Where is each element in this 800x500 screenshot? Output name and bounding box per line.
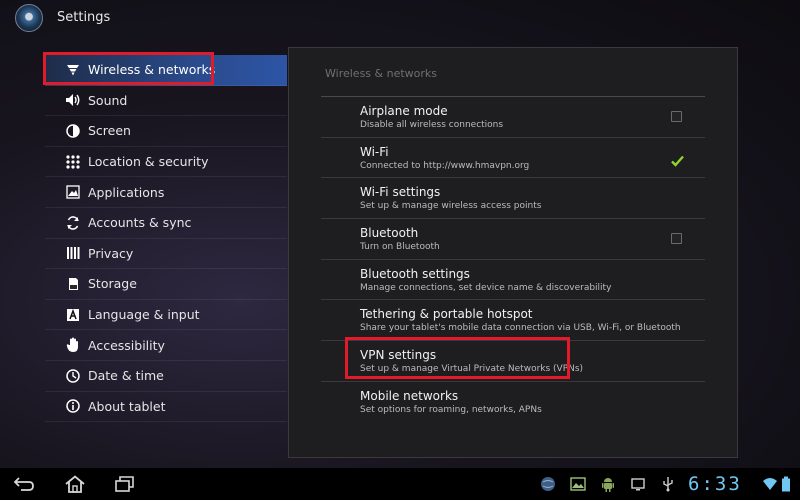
hand-icon [65, 337, 81, 353]
back-button[interactable] [12, 474, 36, 494]
sidebar-item-label: Screen [88, 123, 131, 139]
row-summary: Set up & manage Virtual Private Networks… [360, 364, 584, 375]
wifi-signal-icon [762, 476, 778, 492]
screenshot-icon[interactable] [630, 476, 646, 492]
row-summary: Disable all wireless connections [360, 120, 504, 130]
sidebar-item-label: Privacy [88, 245, 134, 261]
speaker-icon [65, 92, 81, 108]
sidebar-item-label: Wireless & networks [88, 62, 216, 78]
sidebar-item-accounts-sync[interactable]: Accounts & sync [45, 208, 287, 239]
sidebar-item-label: Accounts & sync [88, 215, 192, 231]
sidebar-item-label: Accessibility [88, 337, 165, 353]
row-title: Wi-Fi [360, 144, 389, 159]
wifi-row[interactable]: Wi-Fi Connected to http://www.hmavpn.org [321, 138, 705, 179]
sidebar-item-label: About tablet [88, 398, 166, 414]
sidebar-item-privacy[interactable]: Privacy [45, 239, 287, 270]
sidebar-item-location-security[interactable]: Location & security [45, 147, 287, 178]
sync-icon [65, 215, 81, 231]
airplane-mode-checkbox[interactable] [671, 111, 682, 122]
row-title: Bluetooth [360, 226, 419, 241]
row-title: VPN settings [360, 348, 437, 363]
sidebar-item-date-time[interactable]: Date & time [45, 361, 287, 392]
sidebar-item-label: Applications [88, 184, 165, 200]
bluetooth-checkbox[interactable] [671, 233, 682, 245]
sidebar-item-wireless-networks[interactable]: Wireless & networks [45, 55, 287, 86]
sidebar-item-applications[interactable]: Applications [45, 177, 287, 208]
sidebar-item-sound[interactable]: Sound [45, 86, 287, 117]
storage-icon [65, 276, 81, 292]
vpn-settings-row[interactable]: VPN settings Set up & manage Virtual Pri… [321, 341, 705, 382]
row-title: Airplane mode [360, 104, 448, 118]
info-icon [65, 398, 81, 414]
row-title: Bluetooth settings [360, 266, 470, 281]
sidebar-item-label: Sound [88, 92, 128, 108]
grid-icon [65, 154, 81, 170]
airplane-mode-row[interactable]: Airplane mode Disable all wireless conne… [321, 97, 705, 138]
row-summary: Share your tablet's mobile data connecti… [360, 323, 681, 334]
row-title: Wi-Fi settings [360, 185, 441, 200]
mobile-networks-row[interactable]: Mobile networks Set options for roaming,… [321, 382, 705, 423]
row-summary: Turn on Bluetooth [360, 242, 440, 253]
battery-icon [781, 476, 791, 492]
wireless-networks-panel: Wireless & networks Airplane mode Disabl… [288, 47, 738, 458]
screen-icon [65, 123, 81, 139]
sidebar-item-label: Language & input [88, 307, 200, 323]
row-summary: Set up & manage wireless access points [360, 201, 542, 212]
home-icon [65, 475, 85, 493]
sidebar-item-about-tablet[interactable]: About tablet [45, 392, 287, 423]
wifi-settings-row[interactable]: Wi-Fi settings Set up & manage wireless … [321, 178, 705, 220]
wifi-icon [65, 62, 81, 78]
sidebar-item-label: Location & security [88, 154, 209, 170]
language-icon [65, 307, 81, 323]
sidebar-item-language-input[interactable]: Language & input [45, 300, 287, 331]
privacy-icon [65, 245, 81, 261]
row-summary: Manage connections, set device name & di… [360, 282, 612, 293]
clock-icon [65, 368, 81, 384]
bluetooth-row[interactable]: Bluetooth Turn on Bluetooth [321, 219, 705, 260]
row-summary: Connected to http://www.hmavpn.org [360, 160, 530, 171]
row-title: Mobile networks [360, 388, 459, 403]
gallery-notification-icon[interactable] [570, 476, 586, 492]
title-bar: Settings [0, 0, 800, 36]
status-clock: 6:33 [688, 473, 742, 495]
sidebar-item-accessibility[interactable]: Accessibility [45, 330, 287, 361]
sidebar-item-screen[interactable]: Screen [45, 116, 287, 147]
android-icon[interactable] [600, 476, 616, 492]
sidebar-item-label: Storage [88, 276, 137, 292]
recent-apps-button[interactable] [113, 474, 137, 494]
row-title: Tethering & portable hotspot [360, 307, 533, 322]
panel-heading: Wireless & networks [325, 67, 437, 80]
applications-icon [65, 184, 81, 200]
usb-debug-icon[interactable] [660, 476, 676, 492]
tethering-hotspot-row[interactable]: Tethering & portable hotspot Share your … [321, 300, 705, 342]
settings-app-icon[interactable] [15, 4, 43, 32]
globe-icon[interactable] [540, 476, 556, 492]
wifi-checkbox[interactable] [671, 152, 684, 167]
settings-list: Airplane mode Disable all wireless conne… [321, 96, 705, 423]
back-icon [13, 477, 34, 491]
sidebar-item-storage[interactable]: Storage [45, 269, 287, 300]
row-summary: Set options for roaming, networks, APNs [360, 404, 542, 415]
sidebar-item-label: Date & time [88, 368, 164, 384]
bluetooth-settings-row[interactable]: Bluetooth settings Manage connections, s… [321, 260, 705, 301]
system-bar: 6:33 [0, 468, 800, 500]
home-button[interactable] [63, 474, 87, 494]
app-title: Settings [57, 10, 111, 25]
recent-apps-icon [115, 476, 134, 492]
checkmark-icon [671, 155, 684, 167]
settings-sidebar: Wireless & networks Sound Screen Locatio… [45, 55, 287, 423]
